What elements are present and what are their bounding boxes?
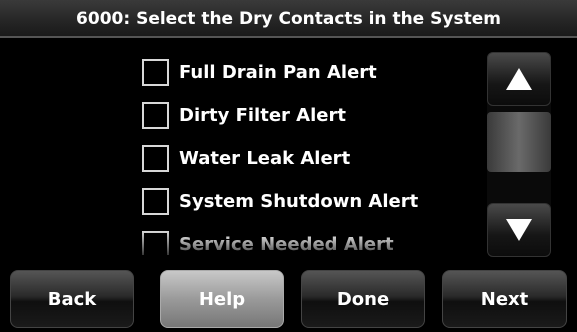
list-item-full-drain-pan-alert[interactable]: Full Drain Pan Alert (142, 56, 377, 88)
list-item-dirty-filter-alert[interactable]: Dirty Filter Alert (142, 99, 346, 131)
checkbox[interactable] (142, 58, 169, 86)
checkbox[interactable] (142, 230, 169, 255)
checkbox[interactable] (142, 101, 169, 129)
done-button[interactable]: Done (301, 270, 425, 328)
alert-list: Full Drain Pan Alert Dirty Filter Alert … (0, 40, 480, 255)
list-item-label: Full Drain Pan Alert (179, 61, 377, 83)
page-title: 6000: Select the Dry Contacts in the Sys… (0, 0, 577, 38)
up-arrow-icon (506, 68, 532, 90)
scrollbar[interactable] (487, 52, 551, 257)
list-item-label: Service Needed Alert (179, 233, 394, 255)
list-item-label: Dirty Filter Alert (179, 104, 346, 126)
checkbox[interactable] (142, 187, 169, 215)
thermostat-screen: 6000: Select the Dry Contacts in the Sys… (0, 0, 577, 332)
list-item-label: System Shutdown Alert (179, 190, 419, 212)
next-button[interactable]: Next (442, 270, 567, 328)
checkbox[interactable] (142, 144, 169, 172)
list-item-water-leak-alert[interactable]: Water Leak Alert (142, 142, 350, 174)
down-arrow-icon (506, 219, 532, 241)
list-item-service-needed-alert[interactable]: Service Needed Alert (142, 228, 394, 255)
help-button[interactable]: Help (160, 270, 284, 328)
footer-button-bar: Back Help Done Next (0, 262, 577, 332)
back-button[interactable]: Back (10, 270, 134, 328)
scroll-up-button[interactable] (487, 52, 551, 106)
scroll-down-button[interactable] (487, 203, 551, 257)
scroll-thumb[interactable] (487, 112, 551, 172)
list-item-system-shutdown-alert[interactable]: System Shutdown Alert (142, 185, 418, 217)
list-item-label: Water Leak Alert (179, 147, 351, 169)
